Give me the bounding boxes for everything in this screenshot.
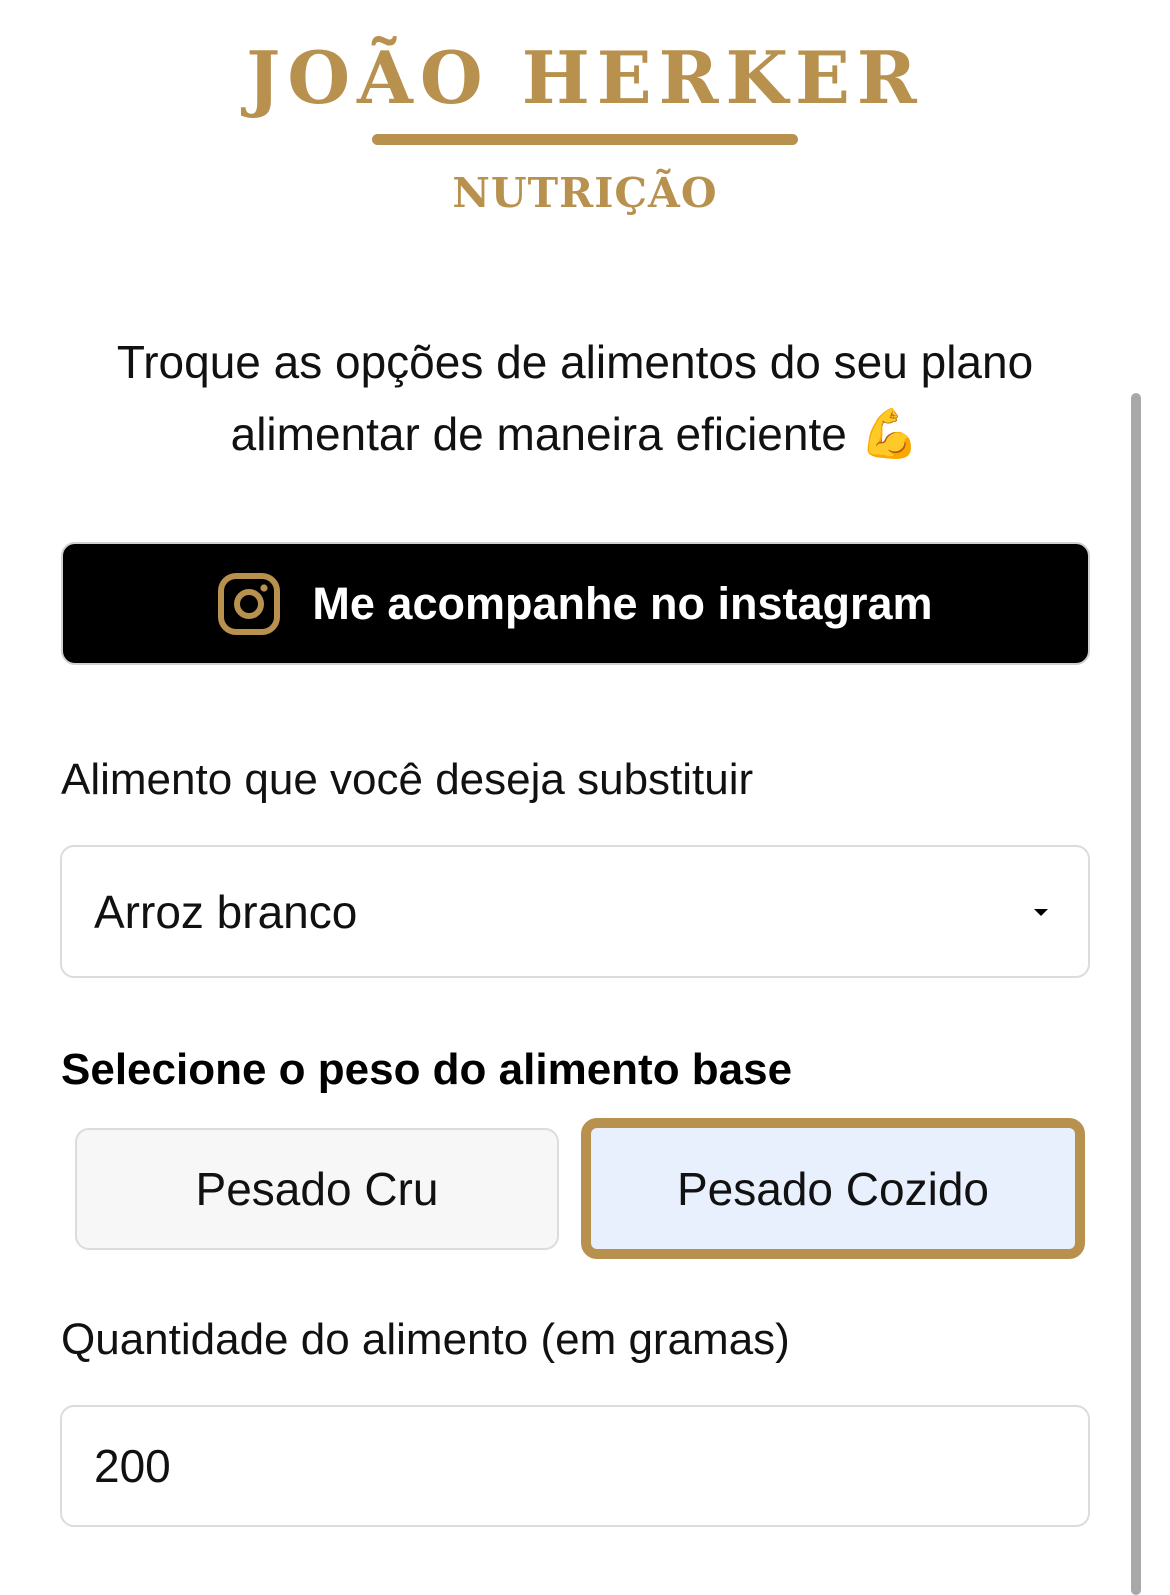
- instagram-button-label: Me acompanhe no instagram: [312, 577, 933, 629]
- logo-name: JOÃO HERKER: [246, 35, 924, 120]
- food-select-value: Arroz branco: [94, 885, 358, 938]
- food-field-label: Alimento que você deseja substituir: [61, 755, 754, 804]
- weight-option-cooked-button[interactable]: Pesado Cozido: [581, 1118, 1085, 1259]
- tagline: Troque as opções de alimentos do seu pla…: [30, 326, 1120, 471]
- chevron-down-icon: [1034, 909, 1048, 916]
- scrollbar[interactable]: [1131, 393, 1141, 1595]
- brand-logo: JOÃO HERKER NUTRIÇÃO: [0, 30, 1170, 219]
- tagline-line-2-text: alimentar de maneira eficiente: [230, 408, 847, 460]
- logo-divider: [372, 134, 798, 145]
- instagram-button[interactable]: Me acompanhe no instagram: [61, 542, 1090, 665]
- instagram-icon: [218, 572, 281, 635]
- weight-option-raw-label: Pesado Cru: [195, 1163, 439, 1215]
- logo-subtitle: NUTRIÇÃO: [452, 169, 718, 217]
- quantity-field-label: Quantidade do alimento (em gramas): [61, 1315, 790, 1364]
- quantity-input-value: 200: [94, 1440, 171, 1492]
- food-select[interactable]: Arroz branco: [60, 845, 1090, 978]
- quantity-input[interactable]: 200: [60, 1405, 1090, 1527]
- weight-option-cooked-label: Pesado Cozido: [677, 1162, 989, 1215]
- weight-section-title: Selecione o peso do alimento base: [61, 1045, 793, 1094]
- page: JOÃO HERKER NUTRIÇÃO Troque as opções de…: [0, 0, 1170, 1595]
- flexed-biceps-icon: 💪: [859, 408, 920, 461]
- weight-option-raw-button[interactable]: Pesado Cru: [75, 1128, 559, 1250]
- tagline-line-1: Troque as opções de alimentos do seu pla…: [116, 336, 1034, 388]
- tagline-line-2: alimentar de maneira eficiente 💪: [30, 398, 1120, 471]
